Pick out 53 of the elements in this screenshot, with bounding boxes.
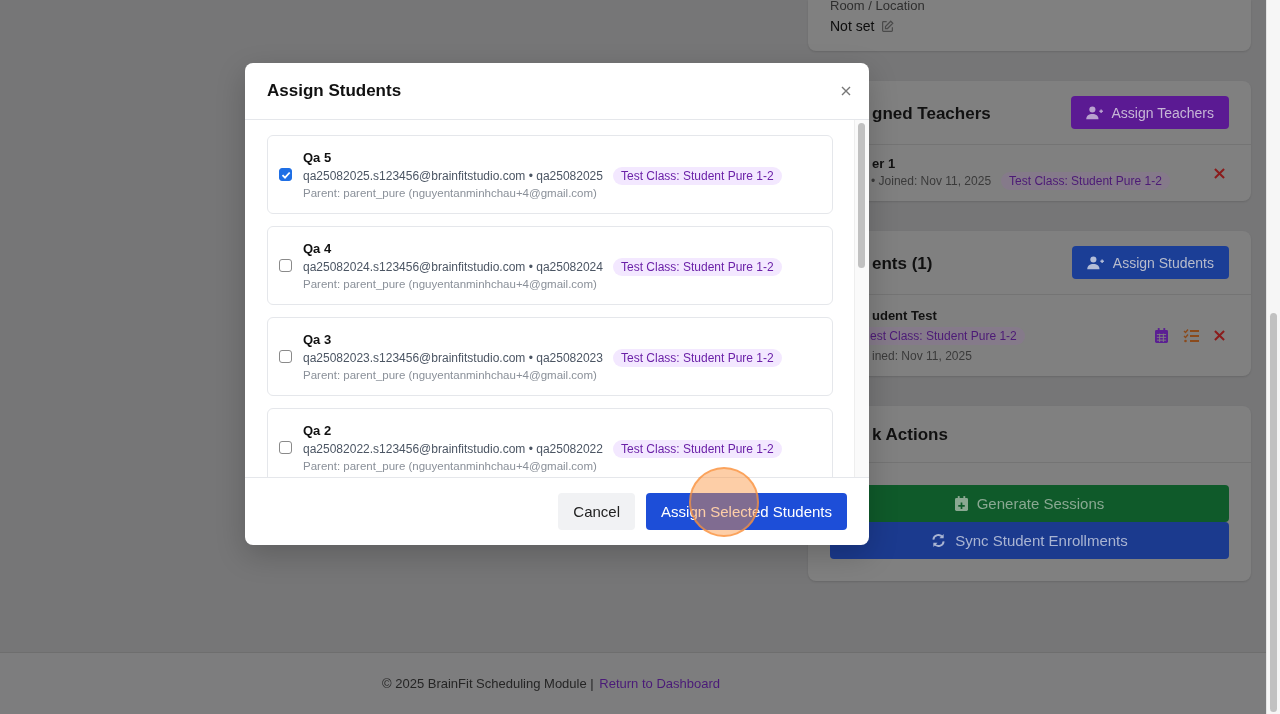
teacher-name: er 1: [872, 156, 897, 171]
student-option[interactable]: Qa 4 qa25082024.s123456@brainfitstudio.com • qa25082024 Test Class: Student Pure 1-2 Parent: parent_pure (nguyentanminhchau+4@gmail.com): [267, 226, 833, 305]
class-tag: Test Class: Student Pure 1-2: [612, 440, 782, 458]
calendar-icon[interactable]: [1155, 328, 1168, 343]
assign-students-button[interactable]: Assign Students: [1071, 246, 1229, 279]
student-option[interactable]: Qa 5 qa25082025.s123456@brainfitstudio.com • qa25082025 Test Class: Student Pure 1-2 Parent: parent_pure (nguyentanminhchau+4@gmail.com): [267, 135, 833, 214]
student-name: Qa 4: [303, 241, 333, 256]
footer-text: © 2025 BrainFit Scheduling Module |: [382, 676, 594, 691]
room-value: Not set: [830, 18, 875, 34]
student-email: qa25082022.s123456@brainfitstudio.com • qa25082022: [303, 442, 603, 456]
checkbox[interactable]: [279, 168, 292, 181]
parent-info: Parent: parent_pure (nguyentanminhchau+4@gmail.com): [303, 369, 598, 381]
sync-enrollments-button[interactable]: Sync Student Enrollments: [830, 522, 1229, 559]
close-icon: [841, 86, 851, 96]
checkbox[interactable]: [279, 350, 292, 363]
close-button[interactable]: [839, 84, 853, 98]
parent-info: Parent: parent_pure (nguyentanminhchau+4@gmail.com): [303, 460, 598, 472]
scrollbar-thumb[interactable]: [858, 123, 865, 268]
scrollbar-thumb[interactable]: [1270, 313, 1277, 712]
parent-info: Parent: parent_pure (nguyentanminhchau+4@gmail.com): [303, 187, 598, 199]
student-email: qa25082025.s123456@brainfitstudio.com • qa25082025: [303, 169, 603, 183]
section-title: k Actions: [872, 425, 948, 445]
sync-icon: [931, 533, 947, 548]
joined-date: ined: Nov 11, 2025: [872, 349, 972, 363]
joined-date: • Joined: Nov 11, 2025: [871, 174, 992, 188]
section-title: ents (1): [872, 253, 933, 274]
room-label: Room / Location: [830, 0, 926, 12]
user-plus-icon: [1086, 255, 1105, 270]
checkbox[interactable]: [279, 441, 292, 454]
student-email: qa25082023.s123456@brainfitstudio.com • qa25082023: [303, 351, 603, 365]
calendar-plus-icon: [954, 496, 968, 511]
modal-title: Assign Students: [267, 81, 402, 101]
checklist-icon[interactable]: [1183, 328, 1199, 343]
section-title: gned Teachers: [872, 103, 991, 124]
student-option[interactable]: Qa 2 qa25082022.s123456@brainfitstudio.com • qa25082022 Test Class: Student Pure 1-2 Parent: parent_pure (nguyentanminhchau+4@gmail.com): [267, 408, 833, 477]
remove-icon[interactable]: [1214, 330, 1225, 341]
user-plus-icon: [1085, 105, 1104, 120]
class-tag: Test Class: Student Pure 1-2: [612, 258, 782, 276]
assign-teachers-button[interactable]: Assign Teachers: [1070, 96, 1229, 129]
remove-icon[interactable]: [1214, 167, 1225, 179]
student-name: Qa 5: [303, 150, 333, 165]
class-tag: Test Class: Student Pure 1-2: [1001, 172, 1170, 190]
edit-icon[interactable]: [881, 19, 895, 33]
checkbox[interactable]: [279, 259, 292, 272]
class-tag: Test Class: Student Pure 1-2: [612, 167, 782, 185]
student-name: udent Test: [872, 308, 937, 323]
student-option[interactable]: Qa 3 qa25082023.s123456@brainfitstudio.com • qa25082023 Test Class: Student Pure 1-2 Parent: parent_pure (nguyentanminhchau+4@gmail.com): [267, 317, 833, 396]
class-tag: Test Class: Student Pure 1-2: [612, 349, 782, 367]
student-name: Qa 3: [303, 332, 333, 347]
student-name: Qa 2: [303, 423, 333, 438]
parent-info: Parent: parent_pure (nguyentanminhchau+4@gmail.com): [303, 278, 598, 290]
student-email: qa25082024.s123456@brainfitstudio.com • qa25082024: [303, 260, 603, 274]
cancel-button[interactable]: Cancel: [558, 493, 636, 530]
